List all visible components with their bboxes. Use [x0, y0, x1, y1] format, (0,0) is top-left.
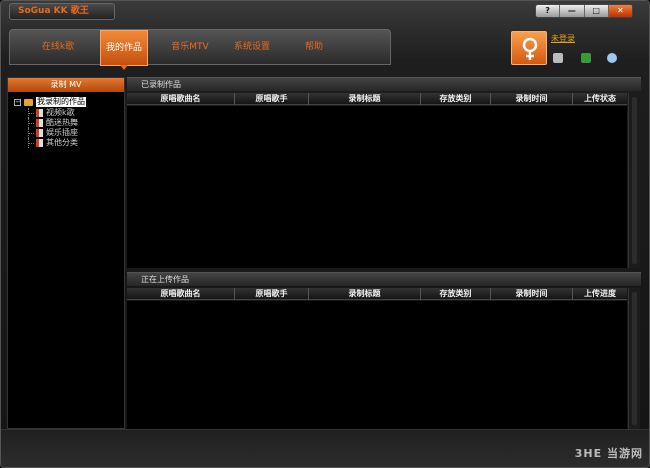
document-icon [36, 139, 43, 147]
column-header[interactable]: 上传进度 [573, 288, 627, 300]
app-window: SoGua KK 歌王 ? — □ ✕ 在线k歌 我的作品 音乐MTV 系统设置… [0, 0, 650, 468]
document-icon [36, 109, 43, 117]
tree-item-label: 酷迷热舞 [46, 118, 78, 127]
document-icon [36, 119, 43, 127]
tab-my-works-label: 我的作品 [105, 43, 142, 53]
uploading-table-body[interactable] [127, 301, 627, 429]
column-header[interactable]: 原唱歌曲名 [127, 93, 235, 105]
close-button[interactable]: ✕ [608, 5, 632, 17]
document-icon [36, 129, 43, 137]
column-header[interactable]: 录制标题 [309, 288, 421, 300]
tree-item-entertainment[interactable]: 娱乐插座 [8, 128, 124, 138]
uploading-section-title: 正在上传作品 [127, 272, 641, 286]
tree-item-video-karaoke[interactable]: 视频k歌 [8, 108, 124, 118]
tab-help[interactable]: 帮助 [294, 30, 334, 66]
left-panel-header: 录制 MV [8, 78, 124, 92]
window-controls: ? — □ ✕ [535, 4, 633, 18]
tree-item-label: 视频k歌 [46, 108, 75, 117]
recorded-section-title: 已录制作品 [127, 77, 641, 91]
column-header[interactable]: 存放类别 [421, 93, 491, 105]
column-header[interactable]: 录制时间 [491, 288, 573, 300]
column-header[interactable]: 原唱歌曲名 [127, 288, 235, 300]
column-header[interactable]: 上传状态 [573, 93, 627, 105]
main-nav: 在线k歌 我的作品 音乐MTV 系统设置 帮助 [9, 29, 391, 70]
folder-icon [24, 98, 33, 106]
tree-item-other[interactable]: 其他分类 [8, 138, 124, 148]
tree-item-label: 其他分类 [46, 138, 78, 147]
category-tree-panel: 录制 MV − 我录制的作品 视频k歌 酷迷热舞 娱乐插座 其他分类 [7, 77, 125, 429]
minimize-button[interactable]: — [560, 5, 585, 17]
scroll-track[interactable] [632, 97, 637, 264]
avatar[interactable] [511, 31, 547, 65]
uploading-scrollbar[interactable] [628, 288, 640, 429]
profile-icon[interactable] [553, 53, 563, 63]
tree-item-dance[interactable]: 酷迷热舞 [8, 118, 124, 128]
column-header[interactable]: 存放类别 [421, 288, 491, 300]
column-header[interactable]: 录制标题 [309, 93, 421, 105]
help-button[interactable]: ? [536, 5, 561, 17]
column-header[interactable]: 原唱歌手 [235, 288, 309, 300]
recorded-scrollbar[interactable] [628, 93, 640, 268]
music-icon[interactable] [581, 53, 591, 63]
recorded-table-body[interactable] [127, 106, 627, 268]
tab-music-mtv[interactable]: 音乐MTV [162, 30, 218, 66]
tree-root-label: 我录制的作品 [36, 97, 86, 107]
user-panel: 未登录 [511, 29, 637, 69]
uploading-table-header: 原唱歌曲名 原唱歌手 录制标题 存放类别 录制时间 上传进度 [127, 288, 627, 300]
female-symbol-icon [522, 37, 538, 60]
tab-my-works[interactable]: 我的作品 [100, 30, 148, 70]
scroll-track[interactable] [632, 292, 637, 425]
watermark: 3HE 当游网 [574, 447, 643, 460]
app-title: SoGua KK 歌王 [9, 3, 115, 20]
status-bar: 3HE 当游网 [1, 429, 649, 467]
tab-system-settings[interactable]: 系统设置 [224, 30, 280, 66]
login-link[interactable]: 未登录 [551, 33, 575, 44]
column-header[interactable]: 原唱歌手 [235, 93, 309, 105]
column-header[interactable]: 录制时间 [491, 93, 573, 105]
collapse-icon[interactable]: − [14, 98, 21, 106]
tab-online-karaoke[interactable]: 在线k歌 [30, 30, 86, 66]
active-tab-arrow-icon [120, 65, 128, 70]
restore-button[interactable]: □ [585, 5, 609, 17]
tree-item-label: 娱乐插座 [46, 128, 78, 137]
recorded-table-header: 原唱歌曲名 原唱歌手 录制标题 存放类别 录制时间 上传状态 [127, 93, 627, 105]
chat-icon[interactable] [607, 53, 617, 63]
tree-root[interactable]: − 我录制的作品 [8, 96, 124, 108]
